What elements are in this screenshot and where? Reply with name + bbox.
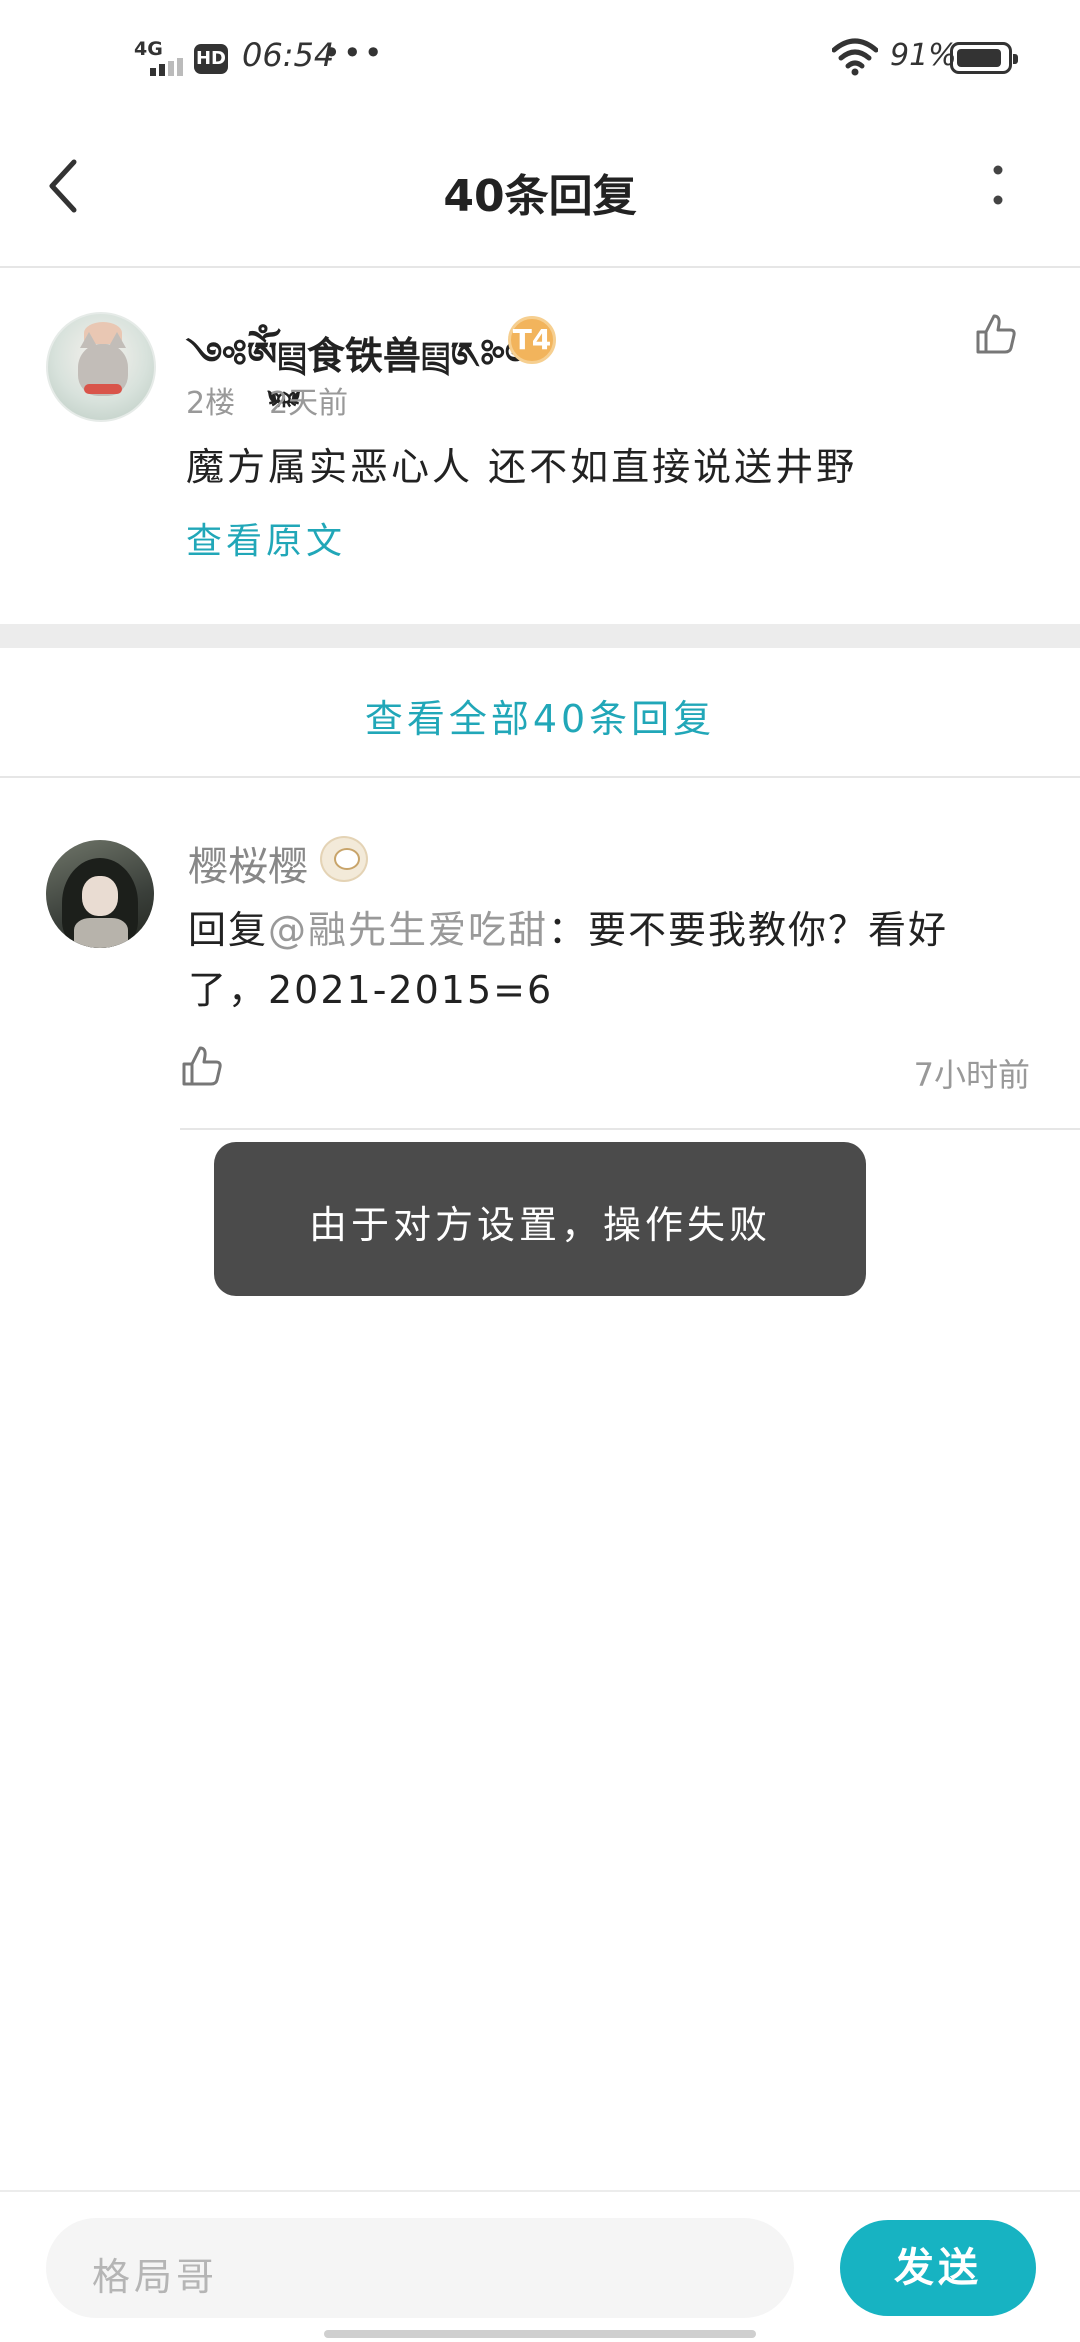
reply-item: 樱桜樱 回复@融先生爱吃甜：要不要我教你？看好了，2021-2015=6 7小时… [0, 778, 1080, 1130]
user-badge-icon [320, 836, 368, 882]
divider [180, 1128, 1080, 1130]
view-original-link[interactable]: 查看原文 [186, 512, 346, 564]
reply-composer: 格局哥 发送 [0, 2190, 1080, 2342]
mention-link[interactable]: @融先生爱吃甜 [268, 908, 548, 952]
hd-badge: HD [194, 44, 228, 74]
floor-number: 2楼 [186, 386, 236, 421]
main-comment: ༺ༀ༕࿆食铁兽༕༁༻ T4 2楼 2天前 魔方属实恶心人 还不如直接说送井野 查看… [0, 268, 1080, 624]
toast-message: 由于对方设置，操作失败 [308, 1203, 771, 1247]
view-all-replies-row[interactable]: 查看全部40条回复 [0, 648, 1080, 778]
avatar[interactable] [46, 312, 156, 422]
section-divider [0, 624, 1080, 648]
signal-icon [150, 58, 183, 76]
battery-percent: 91% [890, 38, 957, 73]
reply-time: 7小时前 [913, 1056, 1030, 1094]
comment-meta: 2楼 2天前 [186, 378, 382, 422]
view-all-replies-link[interactable]: 查看全部40条回复 [0, 688, 1080, 743]
home-indicator[interactable] [324, 2330, 756, 2338]
clock: 06:54 [242, 36, 335, 74]
reply-prefix: 回复 [188, 908, 269, 952]
comment-text: 魔方属实恶心人 还不如直接说送井野 [186, 445, 858, 489]
reply-text: 回复@融先生爱吃甜：要不要我教你？看好了，2021-2015=6 [188, 900, 1008, 1020]
user-level-badge: T4 [508, 316, 556, 364]
battery-icon [950, 42, 1018, 74]
notification-more-icon: ••• [322, 34, 385, 72]
more-options-icon[interactable] [986, 162, 1010, 212]
thumbs-up-icon[interactable] [180, 1044, 224, 1088]
comment-time: 2天前 [269, 386, 349, 421]
toast: 由于对方设置，操作失败 [214, 1142, 866, 1296]
thumbs-up-icon[interactable] [974, 312, 1018, 356]
page-title: 40条回复 [443, 171, 637, 222]
reply-input-placeholder: 格局哥 [92, 2255, 219, 2299]
status-bar: 4G HD 06:54 ••• 91% [0, 0, 1080, 110]
network-type: 4G [134, 38, 163, 60]
send-button[interactable]: 发送 [840, 2220, 1036, 2316]
wifi-icon [832, 38, 878, 76]
top-nav-bar: 40条回复 [0, 110, 1080, 268]
avatar[interactable] [46, 840, 154, 948]
reply-input[interactable]: 格局哥 [46, 2218, 794, 2318]
reply-author-name[interactable]: 樱桜樱 [188, 834, 308, 892]
